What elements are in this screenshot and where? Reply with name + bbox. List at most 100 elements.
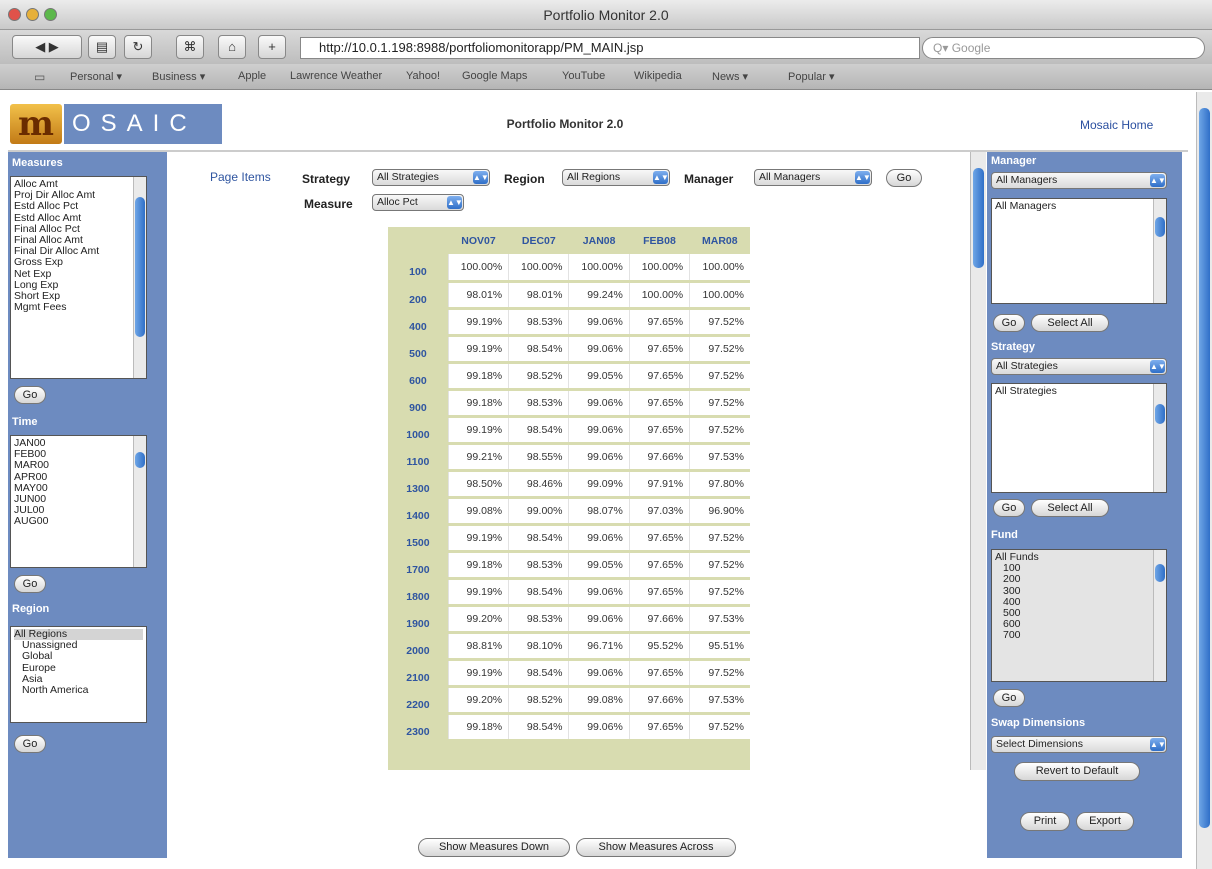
bookmark-item[interactable]: Popular ▾ (788, 70, 835, 83)
row-header[interactable]: 1300 (388, 470, 449, 499)
print-icon[interactable]: ▤ (88, 35, 116, 59)
address-bar[interactable]: http://10.0.1.198:8988/portfoliomonitora… (300, 37, 920, 59)
measures-list[interactable]: Alloc Amt Proj Dir Alloc Amt Estd Alloc Pc… (10, 176, 147, 379)
row-header[interactable]: 2000 (388, 632, 449, 661)
bookmark-item[interactable]: Lawrence Weather (290, 70, 382, 82)
show-measures-across-button[interactable]: Show Measures Across (576, 838, 736, 857)
content-scrollbar[interactable] (970, 152, 986, 770)
region-list[interactable]: All Regions Unassigned Global Europe Asia Nor… (10, 626, 147, 723)
list-item[interactable]: AUG00 (14, 516, 143, 527)
list-item[interactable]: North America (14, 684, 143, 696)
row-header[interactable]: 1000 (388, 416, 449, 445)
time-list[interactable]: JAN00 FEB00 MAR00 APR00 MAY00 JUN00 JUL00 AUG00 (10, 435, 147, 568)
bookmark-item[interactable]: News ▾ (712, 70, 748, 83)
bookmark-item[interactable]: Personal ▾ (70, 70, 122, 83)
fund-list-scrollbar[interactable] (1153, 550, 1166, 681)
revert-to-default-button[interactable]: Revert to Default (1014, 762, 1140, 781)
manager-select-all-button[interactable]: Select All (1031, 314, 1109, 332)
strategy-select[interactable]: All Strategies ▲▼ (372, 169, 490, 186)
right-manager-select[interactable]: All Managers ▲▼ (991, 172, 1167, 189)
strategy-list-scrollbar[interactable] (1153, 384, 1166, 492)
row-header[interactable]: 600 (388, 362, 449, 391)
snapback-icon[interactable]: ⌘ (176, 35, 204, 59)
show-measures-down-button[interactable]: Show Measures Down (418, 838, 570, 857)
row-header[interactable]: 1100 (388, 443, 449, 472)
list-item[interactable]: All Strategies (995, 385, 1163, 397)
home-link[interactable]: Mosaic Home (1080, 118, 1153, 132)
row-header[interactable]: 1800 (388, 578, 449, 607)
bookmark-item[interactable]: Apple (238, 70, 266, 82)
fund-go-button[interactable]: Go (993, 689, 1025, 707)
table-cell: 99.06% (568, 443, 630, 472)
print-button[interactable]: Print (1020, 812, 1070, 831)
add-bookmark-icon[interactable]: + (258, 35, 286, 59)
list-item[interactable]: Mgmt Fees (14, 302, 143, 313)
time-scroll-thumb[interactable] (135, 452, 145, 468)
row-header[interactable]: 2100 (388, 659, 449, 688)
list-item[interactable]: Global (14, 651, 143, 662)
manager-list-scrollbar[interactable] (1153, 199, 1166, 303)
row-header[interactable]: 1900 (388, 605, 449, 634)
row-header[interactable]: 1700 (388, 551, 449, 580)
measure-select[interactable]: Alloc Pct ▲▼ (372, 194, 464, 211)
bookmark-item[interactable]: Yahoo! (406, 70, 440, 82)
export-button[interactable]: Export (1076, 812, 1134, 831)
list-item[interactable]: Gross Exp (14, 257, 143, 268)
list-item[interactable]: 700 (995, 630, 1163, 641)
fund-scroll-thumb[interactable] (1155, 564, 1165, 582)
manager-scroll-thumb[interactable] (1155, 217, 1165, 237)
row-header[interactable]: 2300 (388, 713, 449, 742)
measures-go-button[interactable]: Go (14, 386, 46, 404)
row-header[interactable]: 200 (388, 281, 449, 310)
list-item[interactable]: Estd Alloc Pct (14, 201, 143, 212)
row-header[interactable]: 900 (388, 389, 449, 418)
column-header[interactable]: FEB08 (629, 227, 690, 254)
row-header[interactable]: 400 (388, 308, 449, 337)
bookmark-item[interactable]: Business ▾ (152, 70, 205, 83)
table-cell: 99.18% (447, 551, 509, 580)
reload-icon[interactable]: ↻ (124, 35, 152, 59)
manager-go-button[interactable]: Go (993, 314, 1025, 332)
bookmarks-book-icon[interactable]: ▭ (34, 70, 45, 84)
row-header[interactable]: 100 (388, 254, 449, 283)
content-scroll-thumb[interactable] (973, 168, 984, 268)
strategy-go-button[interactable]: Go (993, 499, 1025, 517)
column-header[interactable]: NOV07 (448, 227, 509, 254)
manager-list[interactable]: All Managers (991, 198, 1167, 304)
manager-select[interactable]: All Managers ▲▼ (754, 169, 872, 186)
column-header[interactable]: JAN08 (568, 227, 630, 254)
fund-list[interactable]: All Funds 100 200 300 400 500 600 700 (991, 549, 1167, 682)
page-items-go-button[interactable]: Go (886, 169, 922, 187)
bookmark-item[interactable]: Wikipedia (634, 70, 682, 82)
region-select[interactable]: All Regions ▲▼ (562, 169, 670, 186)
bookmark-item[interactable]: YouTube (562, 70, 605, 82)
table-cell: 98.53% (508, 605, 569, 634)
home-icon[interactable]: ⌂ (218, 35, 246, 59)
row-header[interactable]: 1500 (388, 524, 449, 553)
time-scrollbar[interactable] (133, 436, 146, 567)
table-cell: 98.53% (508, 389, 569, 418)
region-go-button[interactable]: Go (14, 735, 46, 753)
strategy-scroll-thumb[interactable] (1155, 404, 1165, 424)
row-header[interactable]: 2200 (388, 686, 449, 715)
column-header[interactable]: MAR08 (689, 227, 750, 254)
swap-dimensions-select[interactable]: Select Dimensions ▲▼ (991, 736, 1167, 753)
measures-scroll-thumb[interactable] (135, 197, 145, 337)
strategy-list[interactable]: All Strategies (991, 383, 1167, 493)
measures-scrollbar[interactable] (133, 177, 146, 378)
back-forward-button[interactable]: ◀ ▶ (12, 35, 82, 59)
list-item[interactable]: MAR00 (14, 460, 143, 471)
list-item[interactable]: 200 (995, 574, 1163, 585)
row-header[interactable]: 500 (388, 335, 449, 364)
search-field[interactable]: Q▾ Google (922, 37, 1205, 59)
manager-heading: Manager (991, 155, 1037, 167)
strategy-select-all-button[interactable]: Select All (1031, 499, 1109, 517)
row-header[interactable]: 1400 (388, 497, 449, 526)
table-cell: 96.90% (689, 497, 750, 526)
list-item[interactable]: All Managers (995, 200, 1163, 212)
time-go-button[interactable]: Go (14, 575, 46, 593)
right-strategy-select[interactable]: All Strategies ▲▼ (991, 358, 1167, 375)
column-header[interactable]: DEC07 (508, 227, 569, 254)
bookmark-item[interactable]: Google Maps (462, 70, 527, 82)
page-scrollbar-thumb[interactable] (1199, 108, 1210, 828)
